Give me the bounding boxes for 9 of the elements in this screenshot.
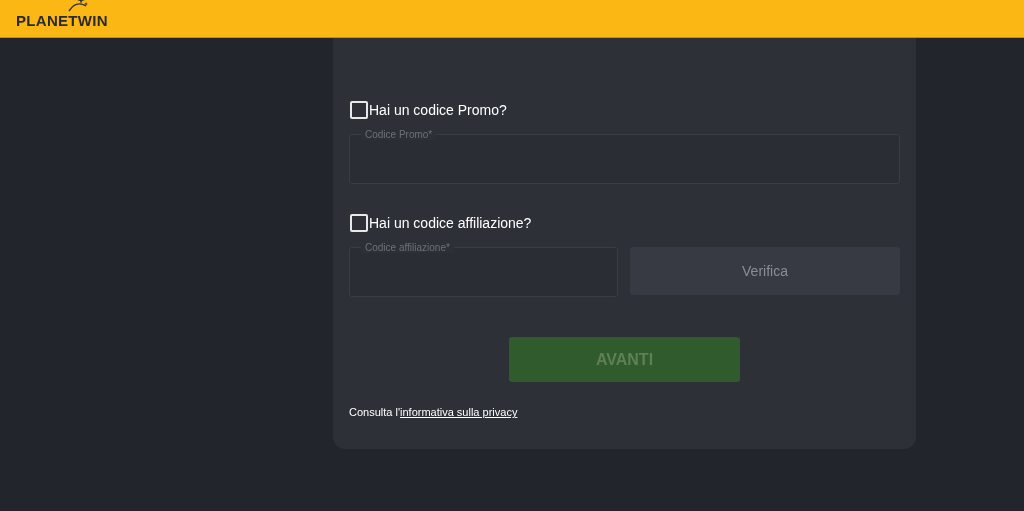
- checkbox[interactable]: [350, 214, 368, 232]
- checkbox-label: Hai un codice Promo?: [369, 102, 507, 118]
- checkbox-label: Hai un codice affiliazione?: [369, 215, 532, 231]
- privacy-link[interactable]: informativa sulla privacy: [400, 406, 518, 418]
- field-label: Codice Promo*: [361, 129, 437, 140]
- checkbox[interactable]: [350, 101, 368, 119]
- privacy-note: Consulta l'informativa sulla privacy: [349, 406, 519, 418]
- logo-text[interactable]: PLANETWIN: [16, 12, 108, 29]
- field-label: Codice affiliazione*: [361, 242, 454, 253]
